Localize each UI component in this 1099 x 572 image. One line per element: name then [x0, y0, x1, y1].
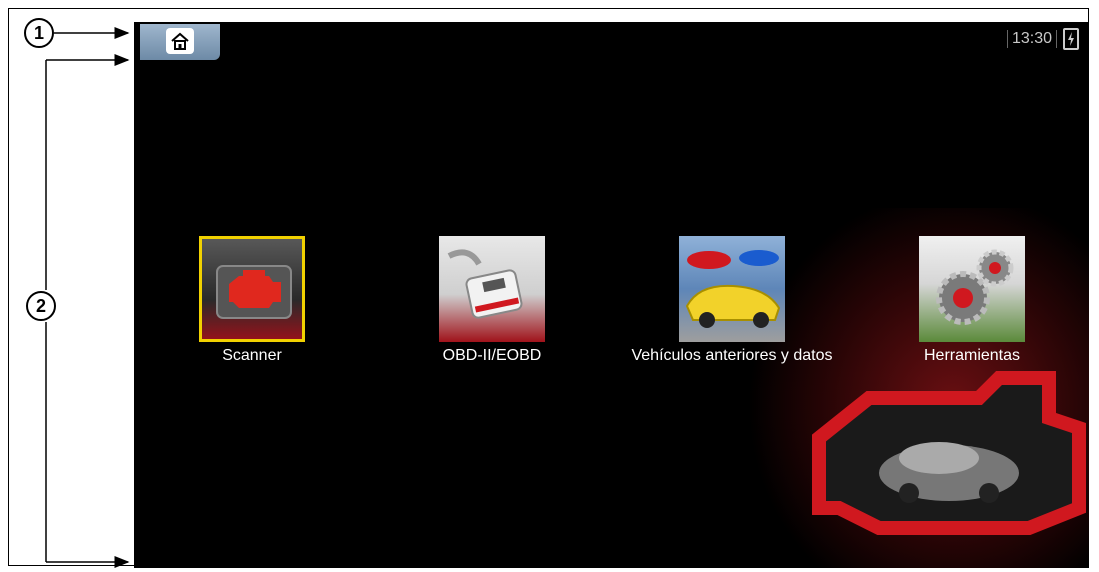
- obd-connector-icon: [447, 249, 523, 319]
- app-vehicles[interactable]: Vehículos anteriores y datos: [622, 236, 842, 366]
- home-icon: [171, 32, 189, 50]
- app-tools[interactable]: Herramientas: [862, 236, 1082, 366]
- battery-icon: [1063, 28, 1079, 50]
- app-label: Scanner: [222, 347, 282, 364]
- scanner-tile[interactable]: [199, 236, 305, 342]
- cars-icon: [685, 250, 781, 328]
- app-label: OBD-II/EOBD: [442, 347, 542, 364]
- engine-check-icon: [216, 265, 292, 319]
- device-screen: 13:30 Scanner OBD-II/EOBD Vehículos ante…: [134, 22, 1089, 568]
- app-obd[interactable]: OBD-II/EOBD: [382, 236, 602, 366]
- gears-icon: [936, 249, 1014, 325]
- home-tab: [140, 24, 220, 60]
- title-bar: 13:30: [134, 22, 1089, 60]
- clock: 13:30: [1006, 30, 1057, 48]
- app-label: Vehículos anteriores y datos: [631, 347, 833, 364]
- vehicles-tile[interactable]: [679, 236, 785, 342]
- app-label: Herramientas: [923, 347, 1021, 364]
- obd-tile[interactable]: [439, 236, 545, 342]
- tools-tile[interactable]: [919, 236, 1025, 342]
- home-button[interactable]: [166, 28, 194, 54]
- app-scanner[interactable]: Scanner: [142, 236, 362, 366]
